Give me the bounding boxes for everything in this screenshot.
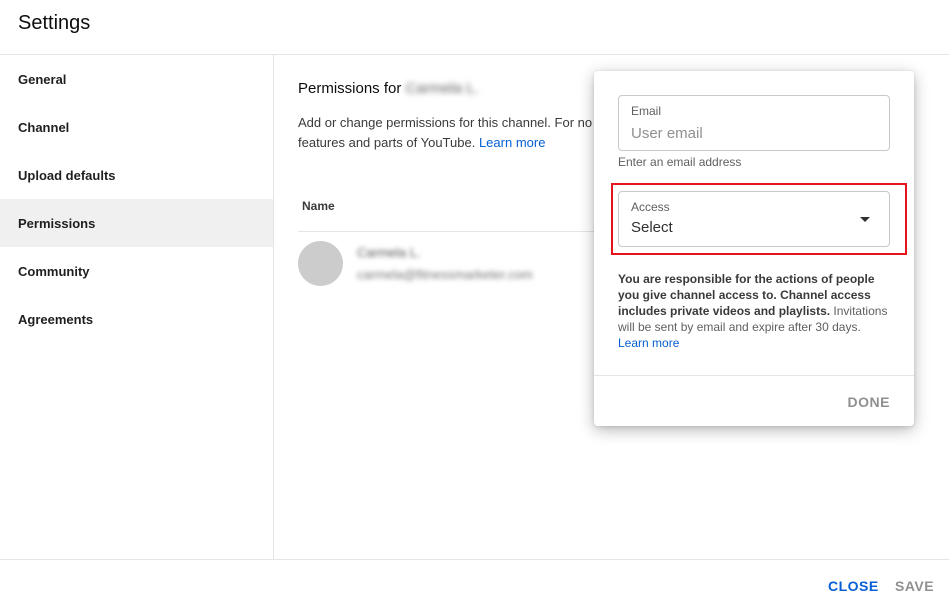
email-label: Email <box>631 104 662 118</box>
table-divider <box>298 231 628 232</box>
sidebar-item-channel[interactable]: Channel <box>0 103 273 151</box>
user-email-blurred: carmela@fitnessmarketer.com <box>357 267 533 282</box>
name-column-header: Name <box>302 199 335 213</box>
learn-more-link[interactable]: Learn more <box>479 135 545 150</box>
sidebar-item-agreements[interactable]: Agreements <box>0 295 273 343</box>
sidebar-item-general[interactable]: General <box>0 55 273 103</box>
channel-name-blurred: Carmela L. <box>405 80 479 97</box>
access-dropdown[interactable]: Access Select <box>618 191 890 247</box>
access-notice: You are responsible for the actions of p… <box>618 271 890 351</box>
avatar <box>298 241 343 286</box>
sidebar-item-community[interactable]: Community <box>0 247 273 295</box>
description-line-1: Add or change permissions for this chann… <box>298 115 593 130</box>
description-line-2: features and parts of YouTube. <box>298 135 476 150</box>
permissions-description: Add or change permissions for this chann… <box>298 113 598 153</box>
email-input[interactable] <box>631 125 876 142</box>
settings-page: Settings General Channel Upload defaults… <box>0 0 949 610</box>
footer: CLOSE SAVE <box>0 559 949 610</box>
sidebar-item-upload-defaults[interactable]: Upload defaults <box>0 151 273 199</box>
header: Settings <box>0 0 949 55</box>
permissions-title-prefix: Permissions for <box>298 80 402 97</box>
access-label: Access <box>631 200 670 214</box>
sidebar-item-permissions[interactable]: Permissions <box>0 199 273 247</box>
permissions-title: Permissions for Carmela L. <box>298 80 479 97</box>
sidebar: General Channel Upload defaults Permissi… <box>0 55 274 559</box>
close-button[interactable]: CLOSE <box>828 578 879 594</box>
done-button[interactable]: DONE <box>848 394 890 410</box>
email-hint: Enter an email address <box>618 155 742 169</box>
email-field[interactable]: Email <box>618 95 890 151</box>
dialog-divider <box>594 375 914 376</box>
page-title: Settings <box>18 12 91 34</box>
notice-learn-more-link[interactable]: Learn more <box>618 336 679 350</box>
invite-dialog: Email Enter an email address Access Sele… <box>594 71 914 426</box>
access-selected-value: Select <box>631 219 673 236</box>
user-name-blurred: Carmela L. <box>357 245 421 260</box>
save-button[interactable]: SAVE <box>895 578 934 594</box>
dropdown-arrow-icon[interactable] <box>860 217 870 222</box>
